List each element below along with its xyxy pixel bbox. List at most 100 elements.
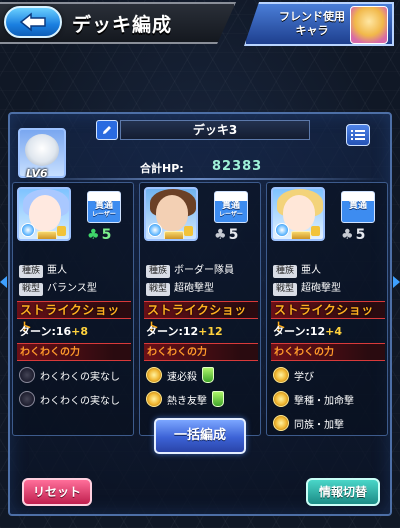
- waku-item: 熱き友撃: [146, 389, 260, 409]
- luck-value: 5: [101, 227, 112, 243]
- turn-row: ターン:12+12: [146, 323, 223, 339]
- total-hp-label: 合計HP:: [140, 162, 184, 175]
- potion-icon: [212, 391, 224, 407]
- pierce-label: 貫通: [221, 201, 240, 211]
- potion-icon: [202, 367, 214, 383]
- strike-shot-header: ストライクショット: [144, 301, 258, 334]
- race-row: 種族 ボーダー隊員: [146, 263, 256, 279]
- waku-item: わくわくの実なし: [19, 365, 133, 385]
- member-portrait: [144, 187, 198, 241]
- rank-badge-icon: [291, 231, 311, 239]
- type-tag: 戦型: [146, 282, 171, 296]
- turn-plus: +12: [198, 325, 223, 338]
- waku-item: 速必殺: [146, 365, 260, 385]
- pierce-label: 貫通: [348, 201, 367, 211]
- deck-list-button[interactable]: [346, 124, 370, 146]
- race-tag: 種族: [146, 264, 171, 278]
- clover-icon: ♣: [341, 227, 354, 243]
- scroll-left-icon[interactable]: [0, 276, 7, 288]
- pierce-icon: 貫通: [341, 191, 375, 223]
- waku-label: 撃種・加命撃: [294, 395, 354, 407]
- back-button[interactable]: [4, 6, 62, 38]
- empty-fruit-icon: [19, 391, 35, 407]
- waku-label: 学び: [294, 371, 314, 383]
- turn-base: ターン:12: [273, 325, 326, 338]
- type-row: 戦型 バランス型: [19, 281, 129, 297]
- turn-row: ターン:12+4: [273, 323, 342, 339]
- edit-deck-name-button[interactable]: [96, 120, 118, 140]
- lock-icon: [57, 226, 66, 236]
- type-value: 超砲撃型: [174, 283, 215, 294]
- race-tag: 種族: [273, 264, 298, 278]
- waku-header: わくわくの力: [271, 343, 385, 361]
- gold-fruit-icon: [146, 367, 162, 383]
- waku-item: 学び: [273, 365, 387, 385]
- type-value: バランス型: [47, 283, 97, 294]
- rank-badge-icon: [37, 231, 57, 239]
- lock-icon: [311, 226, 320, 236]
- waku-header: わくわくの力: [17, 343, 131, 361]
- pierce-label: 貫通: [94, 201, 113, 211]
- waku-item: わくわくの実なし: [19, 389, 133, 409]
- luck-display: ♣ 5: [214, 227, 238, 243]
- waku-label: 同族・加撃: [294, 419, 344, 431]
- luck-value: 5: [355, 227, 366, 243]
- leader-face: [25, 134, 59, 166]
- divider: [14, 178, 386, 180]
- race-value: ボーダー隊員: [174, 265, 235, 276]
- header: デッキ編成 フレンド使用 キャラ: [0, 0, 400, 54]
- element-icon: [275, 223, 289, 237]
- friend-avatar: [350, 6, 388, 44]
- type-row: 戦型 超砲撃型: [273, 281, 383, 297]
- turn-row: ターン:16+8: [19, 323, 88, 339]
- race-row: 種族 亜人: [273, 263, 383, 279]
- waku-item: 撃種・加命撃: [273, 389, 387, 409]
- element-icon: [148, 223, 162, 237]
- waku-label: 速必殺: [167, 371, 197, 383]
- pierce-sub-label: レーザー: [92, 211, 116, 218]
- scroll-right-icon[interactable]: [393, 276, 400, 288]
- waku-item: 同族・加撃: [273, 413, 387, 433]
- clover-icon: ♣: [214, 227, 227, 243]
- bulk-formation-button[interactable]: 一括編成: [154, 418, 246, 454]
- list-icon: [351, 130, 365, 140]
- deck-name: デッキ3: [120, 120, 310, 140]
- strike-shot-header: ストライクショット: [17, 301, 131, 334]
- friend-character-button[interactable]: フレンド使用 キャラ: [244, 2, 394, 46]
- race-value: 亜人: [301, 265, 322, 276]
- pencil-icon: [103, 126, 111, 134]
- gold-fruit-icon: [273, 391, 289, 407]
- race-row: 種族 亜人: [19, 263, 129, 279]
- gold-fruit-icon: [146, 391, 162, 407]
- leader-portrait[interactable]: LV6: [18, 128, 66, 180]
- pierce-sub-label: レーザー: [219, 211, 243, 218]
- rank-badge-icon: [164, 231, 184, 239]
- waku-label: わくわくの実なし: [40, 371, 120, 383]
- turn-plus: +8: [71, 325, 89, 338]
- total-hp-value: 82383: [212, 159, 263, 174]
- waku-label: 熱き友撃: [167, 395, 207, 407]
- switch-info-button[interactable]: 情報切替: [306, 478, 380, 506]
- pierce-laser-icon: 貫通 レーザー: [214, 191, 248, 223]
- pierce-laser-icon: 貫通 レーザー: [87, 191, 121, 223]
- member-card-1[interactable]: 貫通 レーザー ♣ 5 種族 亜人 戦型 バランス型 ストライクショット ターン…: [12, 182, 134, 436]
- clover-icon: ♣: [87, 227, 100, 243]
- type-tag: 戦型: [19, 282, 44, 296]
- strike-shot-header: ストライクショット: [271, 301, 385, 334]
- back-arrow-icon: [19, 12, 46, 32]
- waku-label: わくわくの実なし: [40, 395, 120, 407]
- gold-fruit-icon: [273, 367, 289, 383]
- member-portrait: [17, 187, 71, 241]
- member-card-2[interactable]: 貫通 レーザー ♣ 5 種族 ボーダー隊員 戦型 超砲撃型 ストライクショット …: [139, 182, 261, 436]
- element-icon: [21, 223, 35, 237]
- lock-icon: [184, 226, 193, 236]
- member-card-3[interactable]: 貫通 ♣ 5 種族 亜人 戦型 超砲撃型 ストライクショット ターン:12+4 …: [266, 182, 388, 436]
- turn-plus: +4: [325, 325, 343, 338]
- luck-display: ♣ 5: [87, 227, 111, 243]
- member-portrait: [271, 187, 325, 241]
- reset-button[interactable]: リセット: [22, 478, 92, 506]
- waku-header: わくわくの力: [144, 343, 258, 361]
- page-title: デッキ編成: [72, 14, 173, 36]
- turn-base: ターン:12: [146, 325, 199, 338]
- type-tag: 戦型: [273, 282, 298, 296]
